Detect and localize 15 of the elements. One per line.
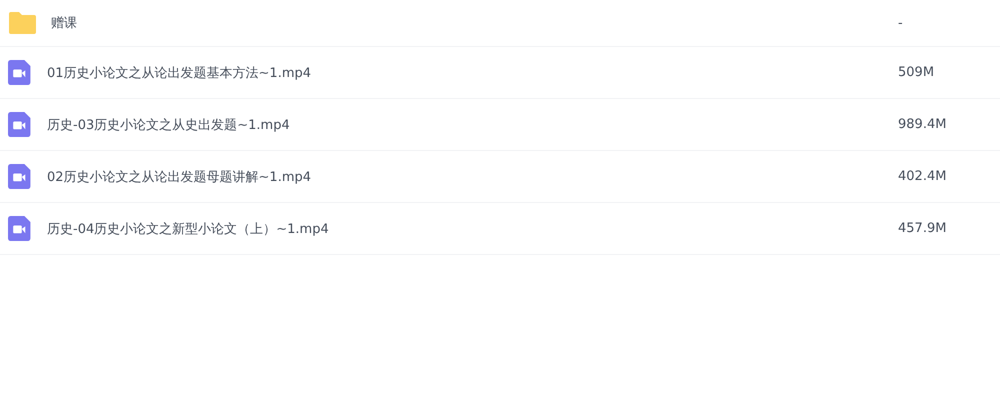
video-file-icon [8, 58, 33, 87]
video-file-icon [8, 162, 33, 191]
file-size: 989.4M [898, 117, 948, 132]
file-name[interactable]: 历史-04历史小论文之新型小论文（上）~1.mp4 [47, 220, 898, 238]
file-size: 509M [898, 65, 936, 80]
file-name[interactable]: 历史-03历史小论文之从史出发题~1.mp4 [47, 116, 898, 134]
file-size: 402.4M [898, 169, 948, 184]
file-name[interactable]: 02历史小论文之从论出发题母题讲解~1.mp4 [47, 168, 898, 186]
video-file-icon [8, 110, 33, 139]
file-name[interactable]: 01历史小论文之从论出发题基本方法~1.mp4 [47, 64, 898, 82]
file-size: 457.9M [898, 221, 948, 236]
video-file-icon [8, 214, 33, 243]
file-size: - [898, 16, 904, 30]
file-name[interactable]: 赠课 [51, 14, 898, 32]
folder-icon [8, 11, 37, 35]
